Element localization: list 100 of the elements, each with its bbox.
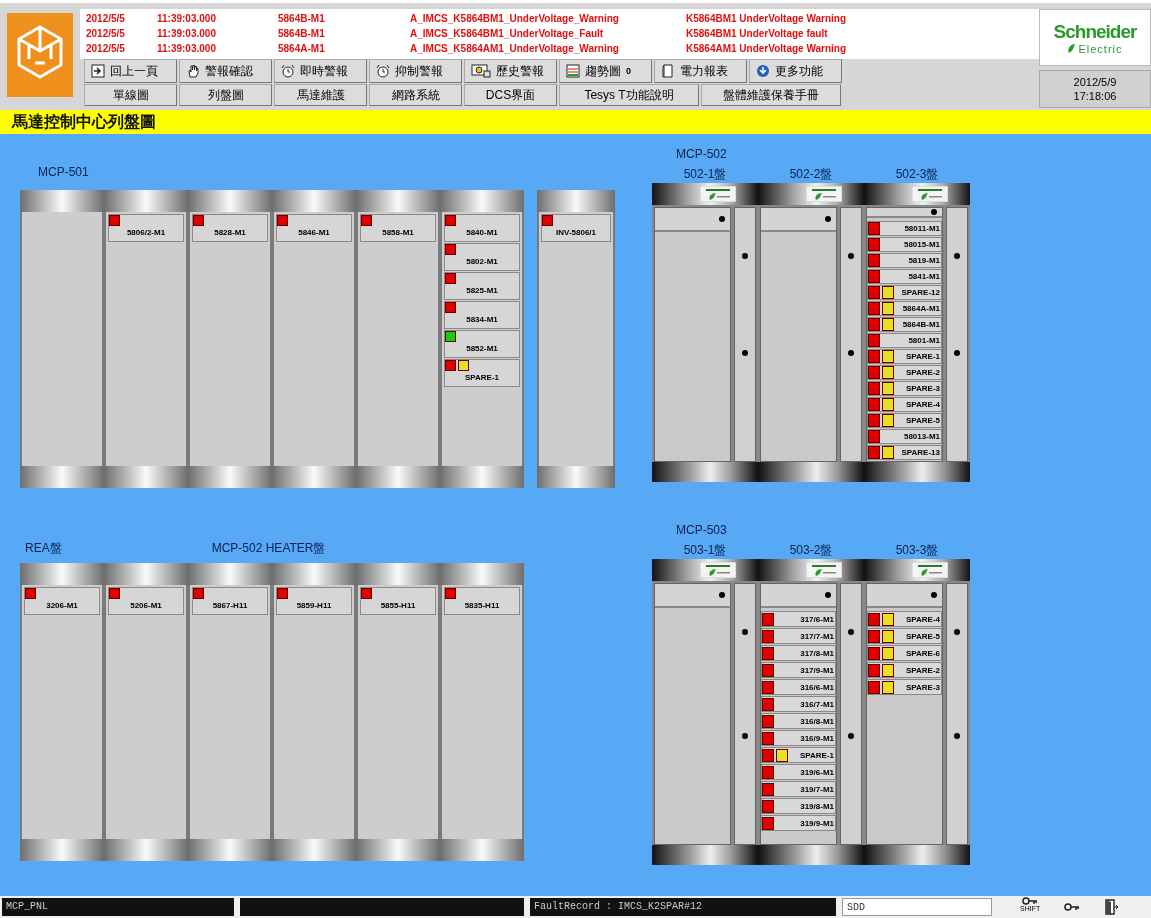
toolbar-button[interactable]: 即時警報 <box>274 59 367 83</box>
unit-label: 58015-M1 <box>902 240 941 249</box>
drawer-panel[interactable]: 5802-M1 <box>444 243 520 271</box>
drawer-panel[interactable]: 5801-M1 <box>867 333 942 348</box>
toolbar-button[interactable]: 歷史警報 <box>464 59 557 83</box>
unit-label: SPARE-12 <box>900 288 941 297</box>
unit-label: SPARE-6 <box>904 648 941 658</box>
drawer-panel[interactable]: 5859-H11 <box>276 587 352 615</box>
alarm-tag: 5864B-M1 <box>278 11 410 26</box>
drawer-panel[interactable]: 5825-M1 <box>444 272 520 300</box>
drawer-panel[interactable]: 5867-H11 <box>192 587 268 615</box>
nav-button[interactable]: 盤體維護保養手冊 <box>701 84 841 106</box>
dot-icon <box>931 209 937 215</box>
drawer-panel[interactable]: SPARE-5 <box>867 413 942 428</box>
drawer-panel[interactable]: 316/6-M1 <box>761 679 836 695</box>
drawer-panel[interactable]: SPARE-5 <box>867 628 942 644</box>
drawer-panel[interactable]: INV-5806/1 <box>541 214 611 242</box>
drawer-panel[interactable]: 5855-H11 <box>360 587 436 615</box>
drawer-panel[interactable]: 316/7-M1 <box>761 696 836 712</box>
drawer-panel[interactable]: 5806/2-M1 <box>108 214 184 242</box>
toolbar-button[interactable]: 更多功能 <box>749 59 842 83</box>
drawer-panel[interactable]: SPARE-13 <box>867 445 942 460</box>
drawer-panel[interactable]: SPARE-1 <box>867 349 942 364</box>
unit-label: SPARE-5 <box>904 416 941 425</box>
drawer-panel[interactable]: SPARE-2 <box>867 365 942 380</box>
toolbar-button[interactable]: 抑制警報 <box>369 59 462 83</box>
drawer-panel[interactable]: 5206-M1 <box>108 587 184 615</box>
drawer-panel[interactable]: 5840-M1 <box>444 214 520 242</box>
dot-icon <box>954 350 960 356</box>
key-icon[interactable] <box>1064 903 1081 911</box>
clock-time: 17:18:06 <box>1073 89 1117 104</box>
unit-label: 5835-H11 <box>464 600 500 612</box>
unit-label: SPARE-3 <box>904 682 941 692</box>
drawer-panel[interactable]: 5852-M1 <box>444 330 520 358</box>
exit-arrow-icon <box>91 64 105 78</box>
drawer-panel[interactable]: 317/6-M1 <box>761 611 836 627</box>
unit-label: 58013-M1 <box>902 432 941 441</box>
unit-label: 5834-M1 <box>466 314 498 326</box>
toolbar-button[interactable]: 電力報表 <box>654 59 747 83</box>
drawer-panel[interactable]: 5846-M1 <box>276 214 352 242</box>
dot-icon <box>825 592 831 598</box>
drawer-panel[interactable]: 5841-M1 <box>867 269 942 284</box>
drawer-panel[interactable]: SPARE-3 <box>867 679 942 695</box>
nav-button[interactable]: Tesys T功能說明 <box>559 84 699 106</box>
drawer-panel[interactable]: 316/9-M1 <box>761 730 836 746</box>
toolbar-button[interactable]: 趨勢圖 0 <box>559 59 652 83</box>
drawer-panel[interactable]: 316/8-M1 <box>761 713 836 729</box>
drawer-panel[interactable]: SPARE-6 <box>867 645 942 661</box>
alarm-clock-icon <box>281 64 295 78</box>
nav-button[interactable]: 單線圖 <box>84 84 177 106</box>
drawer-panel[interactable]: SPARE-3 <box>867 381 942 396</box>
brand-logo-icon <box>700 562 736 578</box>
drawer-panel[interactable]: SPARE-12 <box>867 285 942 300</box>
drawer-panel[interactable]: SPARE-4 <box>867 397 942 412</box>
drawer-panel[interactable]: 5835-H11 <box>444 587 520 615</box>
status-field: FaultRecord : IMCS_K2SPAR#12 <box>530 898 836 916</box>
drawer-panel[interactable]: 5834-M1 <box>444 301 520 329</box>
unit-label: 319/7-M1 <box>799 784 835 794</box>
unit-label: 316/7-M1 <box>799 699 835 709</box>
nav-button[interactable]: 列盤圖 <box>179 84 272 106</box>
unit-label: SPARE-4 <box>904 614 941 624</box>
panel-label: 502-3盤 <box>894 166 940 183</box>
drawer-panel[interactable]: 5819-M1 <box>867 253 942 268</box>
drawer-panel[interactable]: 58015-M1 <box>867 237 942 252</box>
toolbar-button[interactable]: 回上一頁 <box>84 59 177 83</box>
drawer-panel[interactable]: 58013-M1 <box>867 429 942 444</box>
alarm-time: 11:39:03.000 <box>157 42 217 56</box>
drawer-panel[interactable]: 319/6-M1 <box>761 764 836 780</box>
unit-label: SPARE-1 <box>904 352 941 361</box>
unit-label: SPARE-4 <box>904 400 941 409</box>
drawer-panel[interactable]: SPARE-1 <box>444 359 520 387</box>
drawer-panel[interactable]: 319/7-M1 <box>761 781 836 797</box>
exit-door-icon[interactable] <box>1104 899 1119 915</box>
drawer-panel[interactable]: 3206-M1 <box>24 587 100 615</box>
nav-button[interactable]: 馬達維護 <box>274 84 367 106</box>
drawer-panel[interactable]: 317/8-M1 <box>761 645 836 661</box>
unit-label: 58011-M1 <box>903 224 941 233</box>
drawer-panel[interactable]: 5858-M1 <box>360 214 436 242</box>
panel-label: 502-2盤 <box>788 166 834 183</box>
drawer-panel[interactable]: 5864A-M1 <box>867 301 942 316</box>
drawer-panel[interactable]: 5864B-M1 <box>867 317 942 332</box>
drawer-panel[interactable]: SPARE-1 <box>761 747 836 763</box>
drawer-panel[interactable]: 317/9-M1 <box>761 662 836 678</box>
unit-label: SPARE-1 <box>798 750 835 760</box>
toolbar-button[interactable]: 警報確認 <box>179 59 272 83</box>
brand-name: Schneider <box>1053 20 1137 43</box>
lineup-label: MCP-502 HEATER盤 <box>211 540 326 556</box>
drawer-panel[interactable]: 58011-M1 <box>867 221 942 236</box>
alarm-tag: 5864A-M1 <box>278 41 410 56</box>
drawer-panel[interactable]: 5828-M1 <box>192 214 268 242</box>
drawer-panel[interactable]: 317/7-M1 <box>761 628 836 644</box>
nav-button[interactable]: DCS界面 <box>464 84 557 106</box>
lineup-label: MCP-501 <box>37 164 90 180</box>
drawer-panel[interactable]: SPARE-4 <box>867 611 942 627</box>
alarm-clock-icon <box>376 64 390 78</box>
nav-button[interactable]: 網路系統 <box>369 84 462 106</box>
alarm-time: 11:39:03.000 <box>157 12 217 26</box>
drawer-panel[interactable]: 319/9-M1 <box>761 815 836 831</box>
drawer-panel[interactable]: 319/8-M1 <box>761 798 836 814</box>
drawer-panel[interactable]: SPARE-2 <box>867 662 942 678</box>
